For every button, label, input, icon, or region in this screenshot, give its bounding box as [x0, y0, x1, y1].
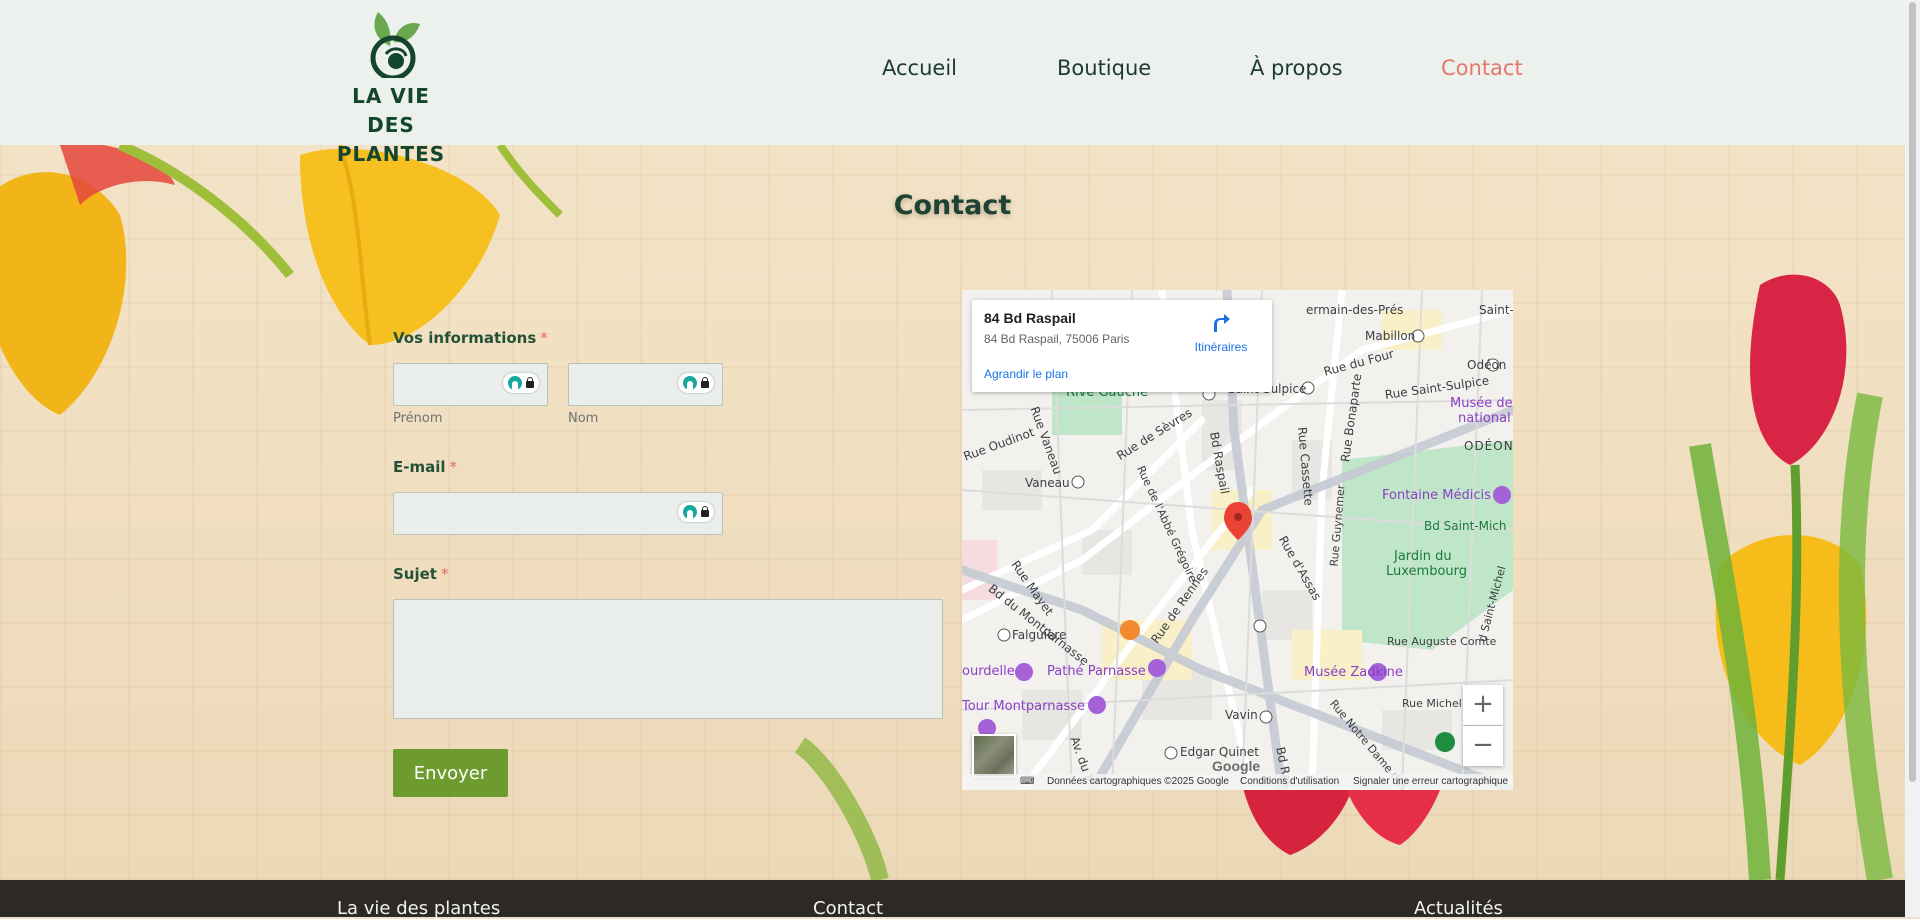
site-header: LA VIE DES PLANTES Accueil Boutique À pr… — [0, 0, 1905, 166]
map-label: Fontaine Médicis — [1382, 488, 1491, 503]
directions-icon — [1214, 314, 1230, 332]
nav-item-boutique[interactable]: Boutique — [1057, 56, 1151, 80]
info-label-text: Vos informations — [393, 329, 537, 347]
museum-icon[interactable] — [1493, 486, 1511, 504]
map-label: Jardin du — [1394, 549, 1452, 564]
place-title: 84 Bd Raspail — [984, 310, 1076, 326]
submit-button[interactable]: Envoyer — [393, 749, 508, 797]
nav-item-a-propos[interactable]: À propos — [1250, 56, 1343, 80]
map-label: Mabillon — [1365, 329, 1416, 343]
map-label: Musée Zadkine — [1304, 665, 1403, 680]
map-label: ODÉON — [1464, 439, 1513, 453]
email-label-text: E-mail — [393, 458, 446, 476]
google-map[interactable]: ermain-des-Prés Mabillon Saint-L Rue du … — [962, 290, 1513, 790]
first-name-field[interactable] — [393, 363, 548, 406]
map-label: Odéon — [1467, 358, 1507, 372]
keyboard-icon[interactable]: ⌨ — [1020, 776, 1034, 787]
museum-icon[interactable] — [1088, 696, 1106, 714]
subject-label-text: Sujet — [393, 565, 437, 583]
password-manager-icon[interactable] — [678, 502, 714, 522]
terms-link[interactable]: Conditions d'utilisation — [1240, 776, 1339, 787]
info-label: Vos informations * — [393, 329, 548, 347]
last-name-field[interactable] — [568, 363, 723, 406]
brand-logo[interactable]: LA VIE DES PLANTES — [328, 6, 454, 166]
map-label: Tour Montparnasse — [962, 699, 1085, 714]
map-label: Falguière — [1012, 628, 1067, 642]
park-icon[interactable] — [1435, 732, 1455, 752]
map-attribution: ⌨ Données cartographiques ©2025 Google C… — [962, 774, 1513, 790]
nav-item-accueil[interactable]: Accueil — [882, 56, 957, 80]
password-manager-icon[interactable] — [678, 373, 714, 393]
report-error-link[interactable]: Signaler une erreur cartographique — [1353, 776, 1508, 787]
site-footer: La vie des plantes Contact Actualités — [0, 880, 1905, 919]
map-label: Edgar Quinet — [1180, 745, 1259, 759]
first-name-sublabel: Prénom — [393, 411, 443, 426]
footer-heading-news: Actualités — [1414, 898, 1503, 919]
email-label: E-mail * — [393, 458, 457, 476]
subject-textarea[interactable] — [393, 599, 943, 719]
map-data-text: Données cartographiques ©2025 Google — [1047, 776, 1229, 787]
zoom-out-button[interactable]: − — [1463, 726, 1503, 766]
email-field[interactable] — [393, 492, 723, 535]
brand-name-line2: PLANTES — [336, 142, 446, 166]
required-mark: * — [540, 329, 548, 347]
metro-icon — [1164, 746, 1178, 760]
map-label: Pathé Parnasse — [1047, 664, 1146, 679]
required-mark: * — [449, 458, 458, 476]
nav-item-contact[interactable]: Contact — [1441, 56, 1523, 80]
page-scrollbar[interactable] — [1905, 0, 1920, 917]
map-label: national d — [1458, 411, 1513, 426]
directions-label: Itinéraires — [1194, 340, 1248, 354]
map-label: Musée de — [1450, 396, 1513, 411]
metro-icon — [1259, 710, 1273, 724]
footer-heading-contact: Contact — [813, 898, 884, 919]
place-address: 84 Bd Raspail, 75006 Paris — [984, 332, 1130, 346]
restaurant-icon[interactable] — [1120, 620, 1140, 640]
enlarge-map-link[interactable]: Agrandir le plan — [984, 367, 1068, 381]
required-mark: * — [440, 565, 449, 583]
google-logo: Google — [1212, 758, 1261, 774]
brand-name-line1: LA VIE DES — [352, 84, 430, 137]
satellite-toggle[interactable] — [972, 734, 1016, 778]
footer-heading-brand: La vie des plantes — [337, 898, 501, 919]
tulip-background-image — [0, 145, 1905, 880]
scrollbar-thumb[interactable] — [1909, 2, 1916, 782]
map-label: Vavin — [1225, 708, 1258, 722]
place-card: 84 Bd Raspail 84 Bd Raspail, 75006 Paris… — [972, 300, 1272, 392]
last-name-sublabel: Nom — [568, 411, 599, 426]
map-label: Bd Saint-Mich — [1424, 519, 1507, 533]
map-label: Saint-L — [1479, 303, 1513, 317]
metro-icon — [1071, 475, 1085, 489]
password-manager-icon[interactable] — [503, 373, 539, 393]
map-label: ourdelle — [962, 664, 1015, 679]
sprout-logo-icon — [370, 12, 420, 78]
map-label: Vaneau — [1025, 476, 1070, 490]
zoom-in-button[interactable]: + — [1463, 685, 1503, 725]
metro-icon — [1253, 619, 1267, 633]
map-label: ermain-des-Prés — [1306, 303, 1404, 317]
directions-button[interactable]: Itinéraires — [1186, 312, 1256, 354]
tulips-decoration — [0, 145, 1893, 880]
map-label: Luxembourg — [1386, 564, 1468, 579]
museum-icon[interactable] — [1148, 659, 1166, 677]
map-label: Rue Michel — [1402, 697, 1462, 710]
museum-icon[interactable] — [1015, 663, 1033, 681]
page-title: Contact — [893, 190, 1012, 221]
subject-label: Sujet * — [393, 565, 448, 583]
metro-icon — [997, 628, 1011, 642]
